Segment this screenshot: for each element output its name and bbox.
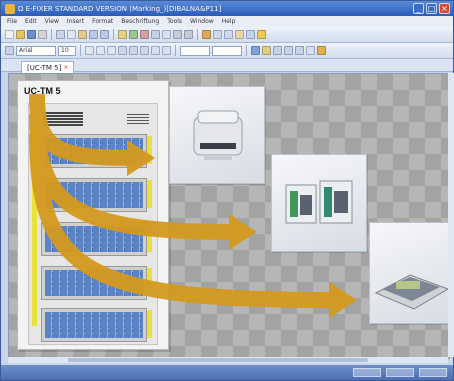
application-window: Ω E-FIXER STANDARD VERSION (Marking_)[DI… — [0, 0, 454, 381]
close-button[interactable]: × — [439, 3, 450, 14]
menu-beschriftung[interactable]: Beschriftung — [121, 18, 159, 25]
toolbar-separator — [113, 29, 114, 40]
menu-file[interactable]: File — [7, 18, 17, 25]
image-icon[interactable] — [251, 46, 260, 55]
text-icon[interactable] — [306, 46, 315, 55]
status-panel — [419, 368, 447, 377]
grid-icon[interactable] — [162, 30, 171, 39]
status-bar — [1, 365, 453, 380]
device-icon[interactable] — [213, 30, 222, 39]
export-icon[interactable] — [140, 30, 149, 39]
help-icon[interactable] — [257, 30, 266, 39]
rectangle-icon[interactable] — [284, 46, 293, 55]
import-icon[interactable] — [129, 30, 138, 39]
window-title: Ω E-FIXER STANDARD VERSION (Marking_)[DI… — [18, 4, 222, 13]
toolbar-separator — [197, 29, 198, 40]
menu-tools[interactable]: Tools — [167, 18, 182, 25]
new-file-icon[interactable] — [5, 30, 14, 39]
menu-edit[interactable]: Edit — [25, 18, 37, 25]
minimize-button[interactable]: _ — [413, 3, 424, 14]
database-icon[interactable] — [246, 30, 255, 39]
tab-label: [UC-TM 5] — [27, 63, 62, 72]
toolbar-separator — [51, 29, 52, 40]
tab-close-icon[interactable]: × — [63, 63, 68, 73]
menu-bar: File Edit View Insert Format Beschriftun… — [1, 16, 453, 27]
settings-icon[interactable] — [224, 30, 233, 39]
line-icon[interactable] — [273, 46, 282, 55]
scrollbar-thumb[interactable] — [68, 358, 368, 362]
toolbar-separator — [246, 45, 247, 56]
rotate-icon[interactable] — [151, 46, 160, 55]
window-controls: _ □ × — [413, 3, 450, 14]
font-size-select[interactable]: 10 — [58, 45, 76, 56]
mirror-icon[interactable] — [162, 46, 171, 55]
document-tabs: [UC-TM 5] × — [1, 59, 453, 73]
redo-icon[interactable] — [100, 30, 109, 39]
barcode-icon[interactable] — [262, 46, 271, 55]
menu-window[interactable]: Window — [190, 18, 214, 25]
open-folder-icon[interactable] — [16, 30, 25, 39]
paste-icon[interactable] — [78, 30, 87, 39]
print-icon[interactable] — [38, 30, 47, 39]
horizontal-scrollbar[interactable] — [8, 357, 448, 363]
folder-icon[interactable] — [235, 30, 244, 39]
workflow-arrows — [29, 93, 357, 318]
plotter-icon[interactable] — [202, 30, 211, 39]
plot-icon[interactable] — [317, 46, 326, 55]
maximize-button[interactable]: □ — [426, 3, 437, 14]
app-icon[interactable] — [5, 3, 15, 14]
zoom-out-icon[interactable] — [184, 30, 193, 39]
style-select[interactable] — [180, 45, 210, 56]
undo-icon[interactable] — [89, 30, 98, 39]
design-canvas[interactable]: UC-TM 5 — [8, 73, 450, 359]
menu-insert[interactable]: Insert — [67, 18, 84, 25]
cut-icon[interactable] — [56, 30, 65, 39]
layer-select[interactable] — [212, 45, 242, 56]
table-icon[interactable] — [151, 30, 160, 39]
align-center-icon[interactable] — [129, 46, 138, 55]
standard-toolbar — [1, 27, 453, 43]
italic-icon[interactable] — [96, 46, 105, 55]
underline-icon[interactable] — [107, 46, 116, 55]
vertical-scrollbar[interactable] — [448, 73, 454, 357]
font-family-select[interactable]: Arial — [16, 45, 56, 56]
label-icon[interactable] — [118, 30, 127, 39]
menu-help[interactable]: Help — [222, 18, 236, 25]
status-panel — [353, 368, 381, 377]
title-bar: Ω E-FIXER STANDARD VERSION (Marking_)[DI… — [1, 1, 453, 16]
status-panel — [386, 368, 414, 377]
menu-view[interactable]: View — [45, 18, 59, 25]
toolbar-separator — [80, 45, 81, 56]
align-left-icon[interactable] — [118, 46, 127, 55]
save-icon[interactable] — [27, 30, 36, 39]
bold-icon[interactable] — [85, 46, 94, 55]
select-icon[interactable] — [5, 46, 14, 55]
zoom-in-icon[interactable] — [173, 30, 182, 39]
menu-format[interactable]: Format — [92, 18, 113, 25]
tab-uc-tm5[interactable]: [UC-TM 5] × — [21, 61, 75, 73]
align-right-icon[interactable] — [140, 46, 149, 55]
copy-icon[interactable] — [67, 30, 76, 39]
toolbar-separator — [175, 45, 176, 56]
ellipse-icon[interactable] — [295, 46, 304, 55]
format-toolbar: Arial 10 — [1, 43, 453, 59]
